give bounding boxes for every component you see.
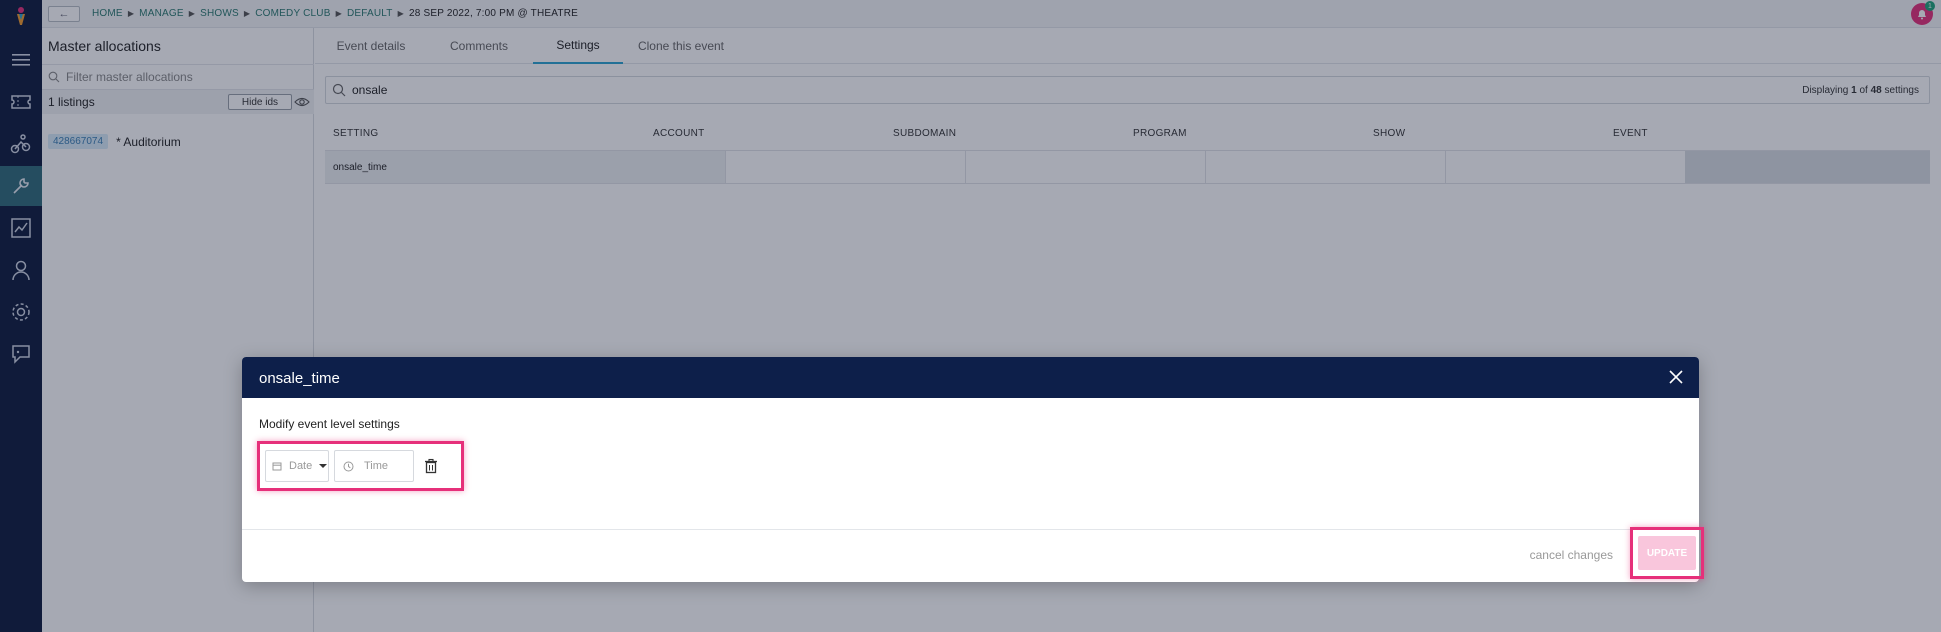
trash-icon[interactable]	[423, 458, 439, 474]
time-placeholder: Time	[364, 460, 389, 472]
chevron-down-icon	[319, 464, 328, 468]
date-placeholder: Date	[289, 460, 313, 472]
calendar-icon	[272, 462, 282, 471]
cancel-changes-link[interactable]: cancel changes	[1530, 548, 1613, 562]
settings-modal: onsale_time Modify event level settings …	[242, 357, 1704, 582]
clock-icon	[343, 461, 354, 471]
modal-subtitle: Modify event level settings	[259, 417, 400, 431]
update-button[interactable]: UPDATE	[1638, 536, 1696, 570]
update-button-highlight: UPDATE	[1630, 527, 1704, 579]
modal-title: onsale_time	[259, 370, 340, 387]
close-icon[interactable]	[1667, 368, 1685, 386]
datetime-picker-highlight: Date Time	[257, 441, 464, 491]
date-picker-button[interactable]: Date	[265, 450, 329, 482]
time-picker-button[interactable]: Time	[334, 450, 414, 482]
modal-footer-divider	[242, 529, 1699, 530]
modal-header: onsale_time	[242, 357, 1699, 398]
